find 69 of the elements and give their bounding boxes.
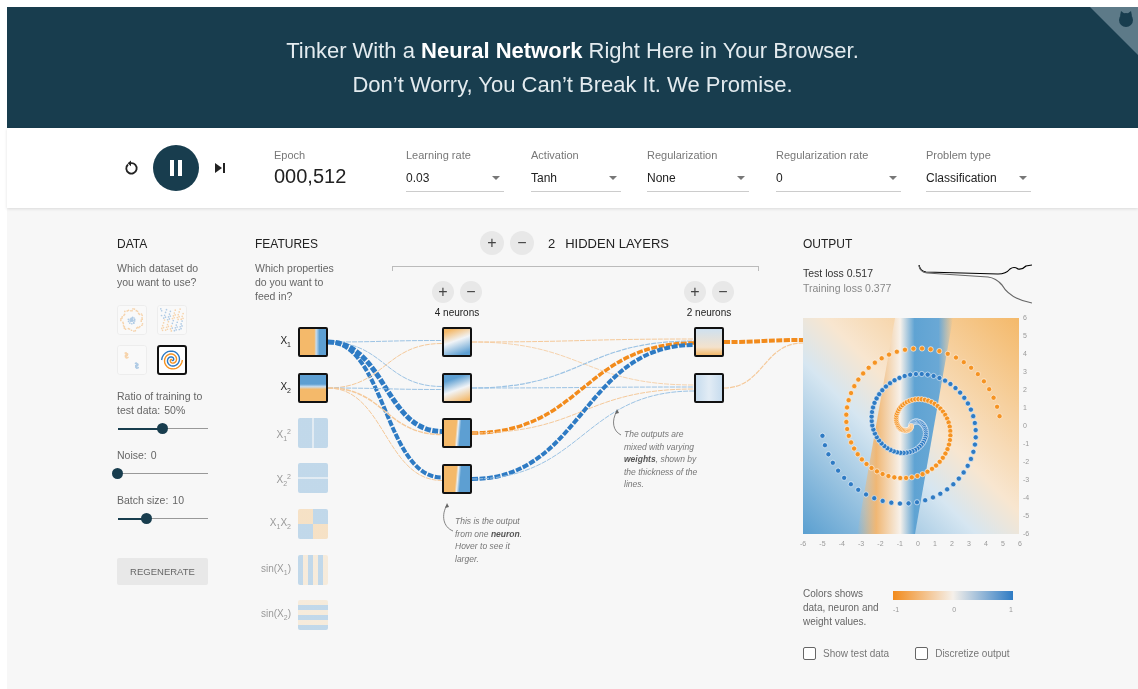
add-layer-button[interactable]: +	[480, 231, 504, 255]
dropdown-label: Activation	[531, 149, 580, 161]
reset-icon[interactable]	[123, 160, 139, 176]
neuron-heatmap[interactable]	[442, 418, 472, 448]
add-neuron-button[interactable]: +	[432, 281, 454, 303]
test-loss: Test loss 0.517	[803, 267, 875, 279]
annotation-text: This is the output from one neuron. Hover to see it larger.	[455, 515, 524, 565]
slider-thumb[interactable]	[157, 423, 168, 434]
dataset-thumbnail[interactable]	[157, 345, 187, 375]
section-prompt: Which dataset do you want to use?	[117, 261, 200, 289]
caret-icon	[609, 176, 617, 180]
feature-heatmap[interactable]	[298, 327, 328, 357]
feature-label: sin(X$_{1}$)	[259, 562, 291, 578]
caret-icon	[1019, 176, 1027, 180]
legend-text: Colors shows data, neuron and weight values.	[803, 587, 880, 629]
caret-icon	[889, 176, 897, 180]
section-heading: FEATURES	[255, 237, 319, 251]
epoch-label: Epoch	[274, 149, 307, 161]
layer-count: 2	[548, 235, 556, 251]
annotation-text: The outputs are mixed with varying weights, shown by the thickness of the lines.	[624, 428, 698, 491]
epoch-counter: 000,512	[274, 165, 348, 188]
caret-icon	[492, 176, 500, 180]
select-field[interactable]: 0	[776, 165, 901, 192]
layers-title: HIDDEN LAYERS	[565, 235, 670, 251]
remove-neuron-button[interactable]: −	[712, 281, 734, 303]
section-heading: OUTPUT	[803, 237, 853, 251]
section-heading: DATA	[117, 237, 148, 251]
neuron-heatmap[interactable]	[442, 373, 472, 403]
neuron-heatmap[interactable]	[442, 464, 472, 494]
slider-label: Ratio of training to test data: 50%	[117, 389, 204, 417]
checkbox-label: Show test data	[823, 648, 890, 659]
neuron-count: 4 neurons	[434, 307, 480, 318]
feature-label: X$_{2}$	[279, 380, 291, 396]
training-loss: Training loss 0.377	[803, 282, 892, 294]
feature-label: sin(X$_{2}$)	[259, 607, 291, 623]
slider-thumb[interactable]	[112, 468, 123, 479]
neuron-count: 2 neurons	[686, 307, 732, 318]
step-forward-icon[interactable]	[214, 162, 226, 174]
select-field[interactable]: 0.03	[406, 165, 504, 192]
regenerate-button[interactable]: REGENERATE	[117, 558, 208, 585]
feature-heatmap[interactable]	[298, 373, 328, 403]
dropdown-label: Learning rate	[406, 149, 472, 161]
add-neuron-button[interactable]: +	[684, 281, 706, 303]
select-field[interactable]: Tanh	[531, 165, 621, 192]
leader-line	[613, 409, 622, 436]
pause-button[interactable]	[153, 145, 199, 191]
dropdown-label: Regularization	[647, 149, 719, 161]
slider-thumb[interactable]	[140, 513, 152, 524]
remove-layer-button[interactable]: −	[510, 231, 534, 255]
dropdown-label: Problem type	[926, 149, 992, 161]
select-field[interactable]: None	[647, 165, 749, 192]
section-prompt: Which properties do you want to feed in?	[255, 261, 335, 303]
header-title: Tinker With a Neural Network Right Here in Your Browser.	[286, 37, 859, 64]
dropdown-label: Regularization rate	[776, 149, 870, 161]
neuron-heatmap[interactable]	[442, 327, 472, 357]
checkbox[interactable]	[803, 647, 816, 660]
slider-label: Batch size: 10	[117, 493, 186, 507]
neuron-heatmap[interactable]	[694, 373, 724, 403]
neuron-heatmap[interactable]	[694, 327, 724, 357]
checkbox[interactable]	[915, 647, 929, 660]
checkbox-label: Discretize output	[935, 648, 1010, 659]
select-field[interactable]: Classification	[926, 165, 1031, 192]
remove-neuron-button[interactable]: −	[460, 281, 482, 303]
feature-label: X$_{1}$X$_{2}$	[268, 516, 291, 532]
header-title: Don’t Worry, You Can’t Break It. We Promise.	[352, 71, 793, 98]
caret-icon	[737, 176, 745, 180]
slider-label: Noise: 0	[117, 448, 158, 462]
feature-label: X$_{1}$	[279, 334, 291, 350]
leader-line	[443, 503, 454, 532]
